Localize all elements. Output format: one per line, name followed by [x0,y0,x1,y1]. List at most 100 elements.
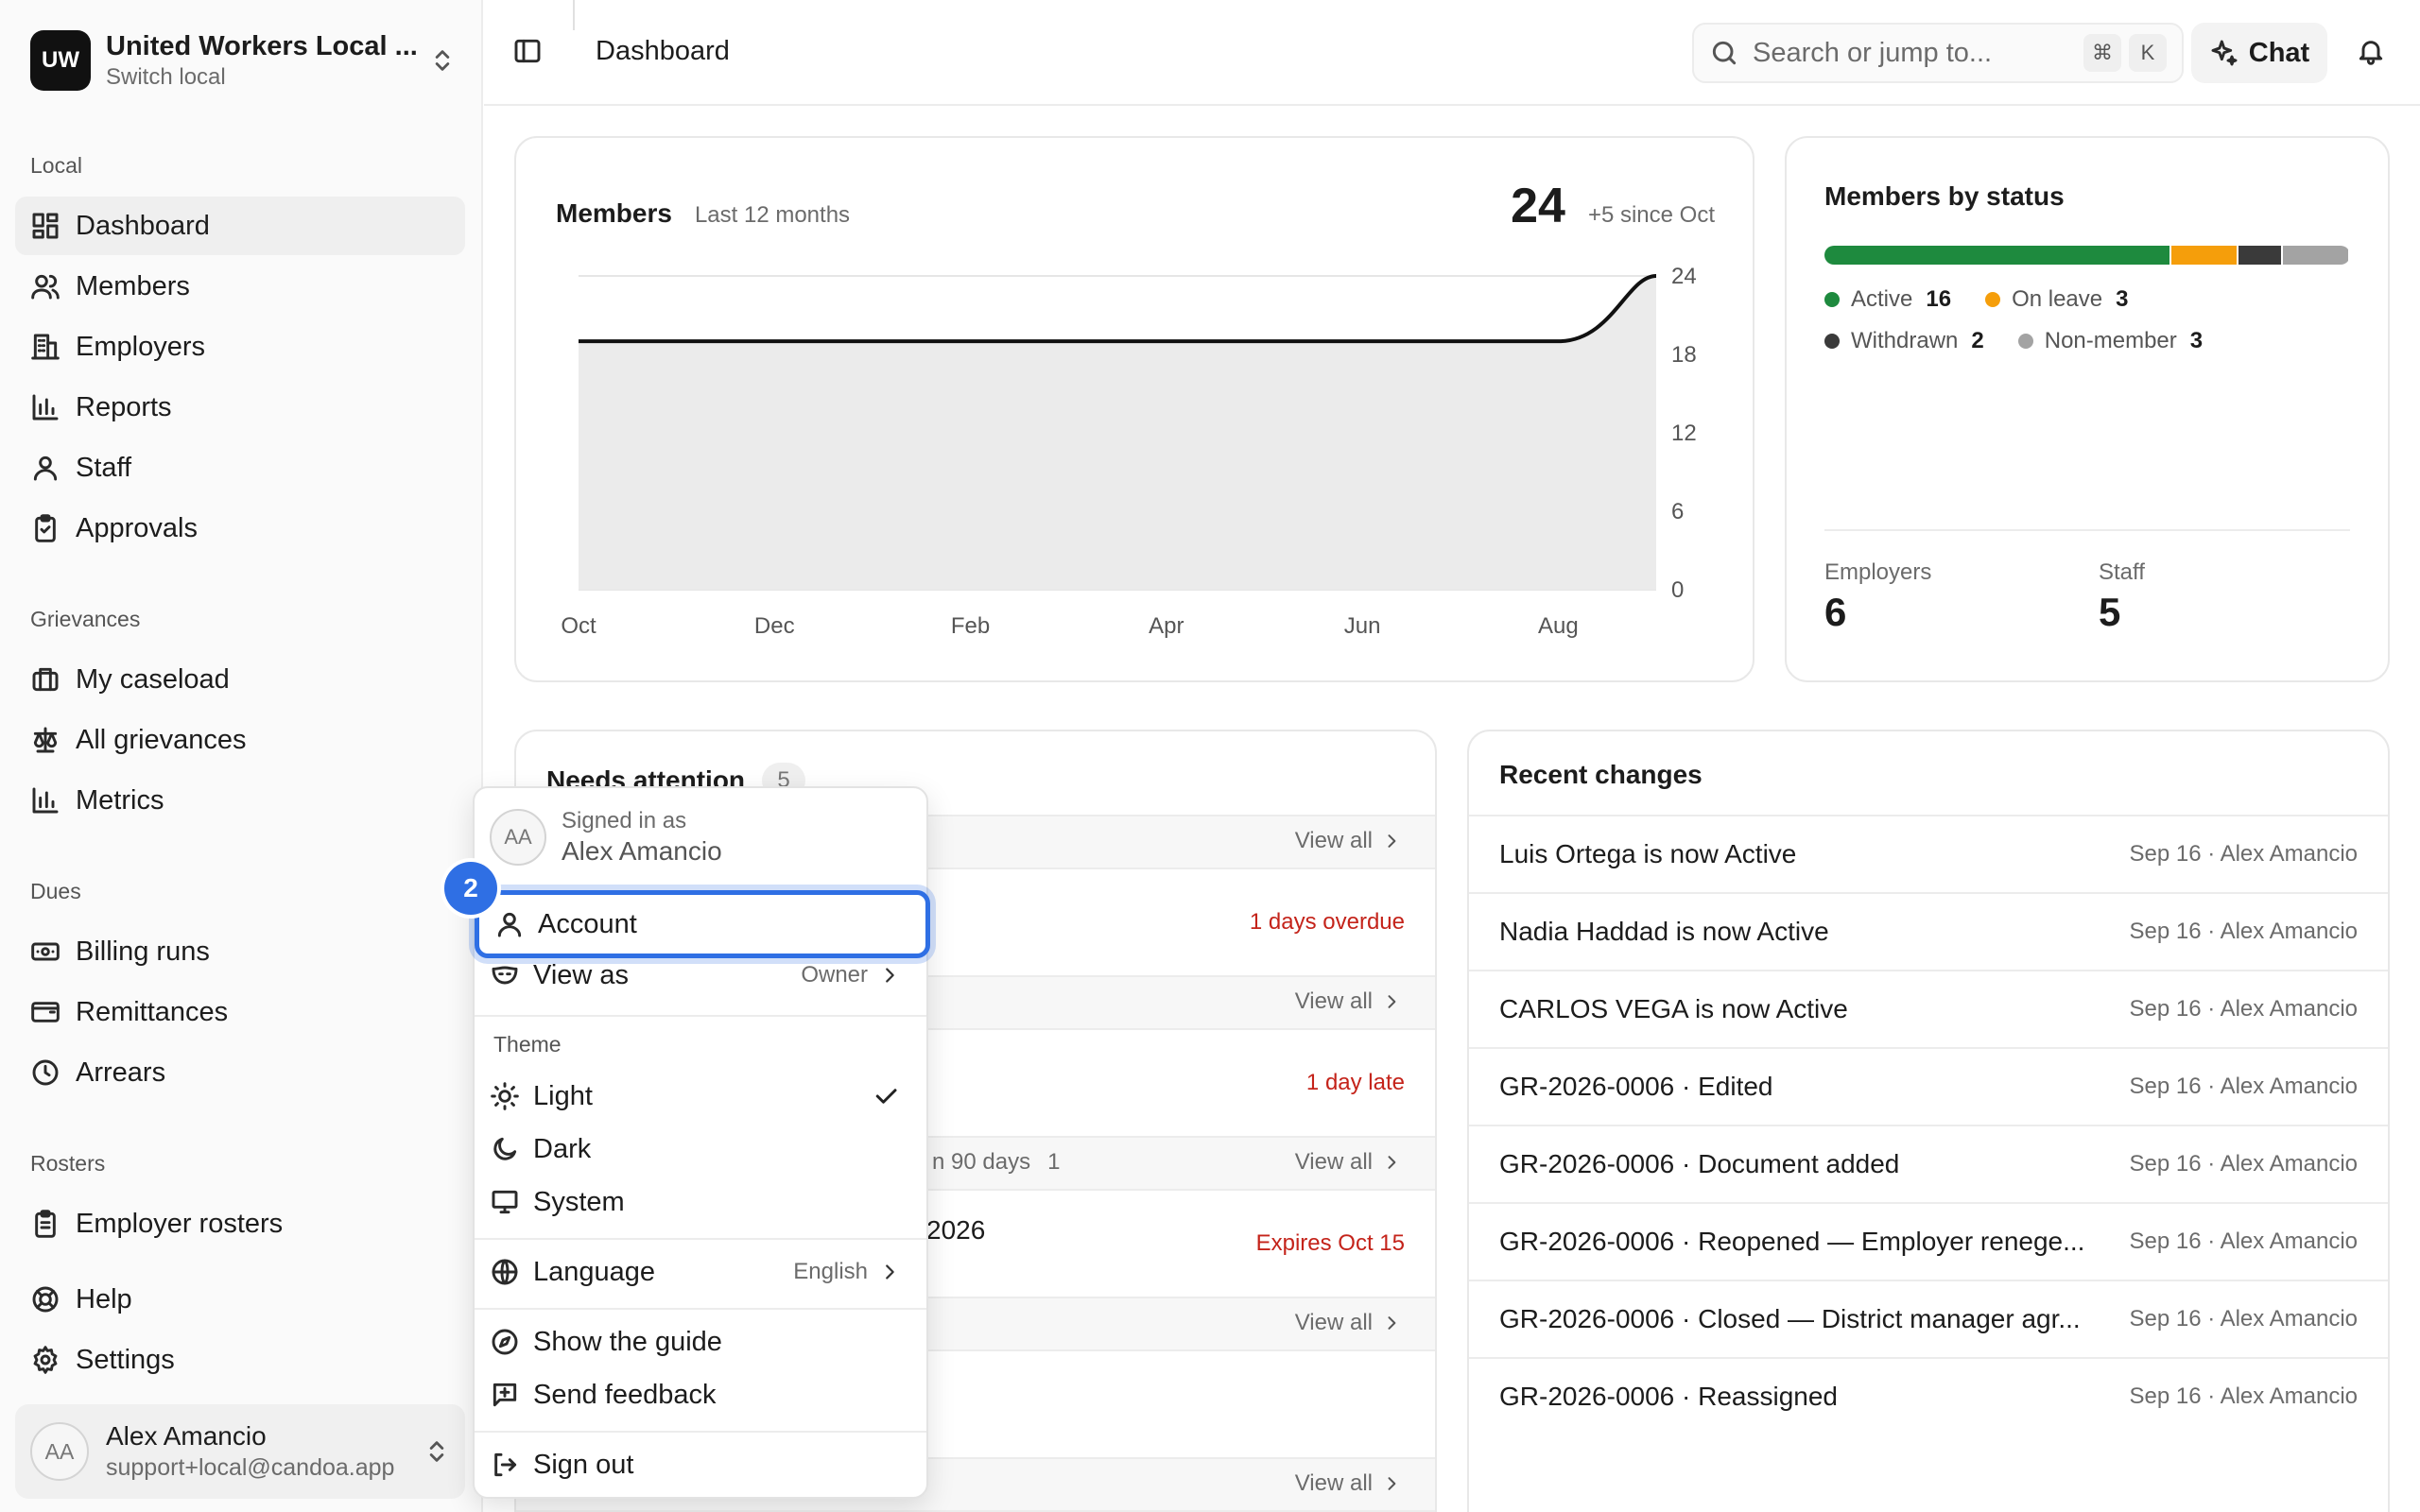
local-switcher[interactable]: UW United Workers Local ... Switch local [30,28,456,93]
sidebar-toggle-icon[interactable] [512,36,543,66]
view-all-link[interactable]: View all [1295,1310,1401,1336]
members-chart-card: Members Last 12 months 24 +5 since Oct 0… [514,136,1754,682]
chevron-up-down-icon [429,1441,444,1462]
change-meta: Sep 16 · Alex Amancio [2129,1306,2358,1332]
chevron-right-icon [1388,1316,1396,1330]
sidebar-item-metrics[interactable]: Metrics [15,771,465,830]
legend-count: 2 [1971,328,1984,353]
overdue-status: 1 days overdue [1249,909,1405,935]
sidebar-item-label: Staff [76,452,132,483]
sidebar-item-label: Employer rosters [76,1208,284,1239]
menu-item-theme-system[interactable]: System [490,1176,911,1228]
legend-count: 3 [2116,286,2129,312]
sidebar-item-staff[interactable]: Staff [15,438,465,497]
sidebar-item-dashboard[interactable]: Dashboard [15,197,465,255]
view-all-link[interactable]: View all [1295,1149,1401,1176]
menu-item-show-guide[interactable]: Show the guide [490,1315,911,1368]
members-area-chart: 0 6 12 18 24 Oct Dec Feb Apr Jun Aug [561,264,1697,639]
view-all-link[interactable]: View all [1295,988,1401,1015]
search-input[interactable]: Search or jump to... ⌘ K [1692,23,2184,83]
divider [1824,529,2350,531]
building-icon [31,334,60,360]
menu-item-send-feedback[interactable]: Send feedback [490,1368,911,1421]
menu-item-theme-light[interactable]: Light [490,1070,911,1123]
list-item[interactable]: GR-2026-0006 · Reopened — Employer reneg… [1469,1202,2388,1280]
change-text: GR-2026-0006 · Document added [1499,1149,1900,1178]
theme-section-label: Theme [493,1032,562,1057]
view-all-label: View all [1294,828,1373,853]
message-plus-icon [493,1383,517,1407]
status-bar-segment [2283,246,2348,265]
menu-item-language[interactable]: Language English [490,1246,911,1298]
staff-value: 5 [2099,590,2121,634]
sidebar-item-settings[interactable]: Settings [15,1331,465,1389]
chat-label: Chat [2248,37,2310,68]
menu-item-label: Show the guide [533,1326,722,1357]
list-item[interactable]: GR-2026-0006 · Document added Sep 16 · A… [1469,1125,2388,1202]
employers-value: 6 [1824,590,1847,634]
legend-dot [1824,334,1840,349]
sidebar-item-arrears[interactable]: Arrears [15,1043,465,1102]
list-item[interactable]: GR-2026-0006 · Edited Sep 16 · Alex Aman… [1469,1047,2388,1125]
section-label-rosters: Rosters [30,1151,106,1176]
list-item[interactable]: Nadia Haddad is now Active Sep 16 · Alex… [1469,892,2388,970]
menu-item-label: Sign out [533,1449,634,1480]
menu-divider [475,1238,926,1240]
list-item[interactable]: CARLOS VEGA is now Active Sep 16 · Alex … [1469,970,2388,1047]
y-tick-label: 24 [1671,264,1697,289]
sign-out-icon [494,1452,517,1477]
change-text: Luis Ortega is now Active [1499,839,1797,868]
language-value: English [793,1259,868,1284]
sidebar-item-remittances[interactable]: Remittances [15,983,465,1041]
sidebar-item-help[interactable]: Help [15,1270,465,1329]
user-name: Alex Amancio [106,1421,267,1451]
dashboard-icon [32,213,59,239]
sidebar-item-my-caseload[interactable]: My caseload [15,650,465,709]
monitor-icon [492,1190,518,1214]
search-placeholder: Search or jump to... [1753,37,1993,68]
legend-dot [2017,334,2033,349]
chat-button[interactable]: Chat [2191,23,2327,83]
change-text: CARLOS VEGA is now Active [1499,994,1848,1023]
compass-icon [492,1329,518,1355]
view-all-label: View all [1294,1149,1373,1175]
menu-item-theme-dark[interactable]: Dark [490,1123,911,1176]
users-icon [31,274,60,300]
org-logo: UW [30,30,91,91]
legend-count: 16 [1926,286,1952,312]
x-tick-label: Aug [1538,613,1579,639]
group-label-text: n 90 days [932,1149,1031,1175]
list-item[interactable]: Luis Ortega is now Active Sep 16 · Alex … [1469,815,2388,892]
sidebar-item-employer-rosters[interactable]: Employer rosters [15,1194,465,1253]
status-bar-segment [1824,246,2170,265]
menu-item-label: Dark [533,1133,592,1164]
sidebar-item-reports[interactable]: Reports [15,378,465,437]
list-item[interactable]: GR-2026-0006 · Reassigned Sep 16 · Alex … [1469,1357,2388,1435]
employers-label: Employers [1824,559,1932,585]
clipboard-check-icon [35,514,56,542]
menu-item-account[interactable]: Account [475,890,930,958]
x-tick-label: Feb [951,613,990,639]
signed-in-name: Alex Amancio [562,836,722,866]
org-name: United Workers Local ... [106,31,418,61]
menu-item-label: System [533,1186,625,1217]
chevron-right-icon [886,1264,894,1280]
list-item[interactable]: GR-2026-0006 · Closed — District manager… [1469,1280,2388,1357]
sidebar-item-all-grievances[interactable]: All grievances [15,711,465,769]
sidebar-item-members[interactable]: Members [15,257,465,316]
bar-chart-icon [32,787,59,814]
sidebar-item-approvals[interactable]: Approvals [15,499,465,558]
sidebar-item-billing-runs[interactable]: Billing runs [15,922,465,981]
bell-icon[interactable] [2356,36,2386,66]
group-count: 1 [1047,1149,1061,1175]
sidebar-item-employers[interactable]: Employers [15,318,465,376]
signed-in-label: Signed in as [562,808,687,833]
menu-item-sign-out[interactable]: Sign out [490,1438,911,1491]
user-menu-trigger[interactable]: AA Alex Amancio support+local@candoa.app [15,1404,465,1499]
sidebar-item-label: Approvals [76,512,198,543]
view-all-link[interactable]: View all [1295,1470,1401,1497]
chevron-right-icon [1388,834,1396,848]
staff-label: Staff [2099,559,2145,585]
chevron-right-icon [1388,1477,1396,1490]
view-all-link[interactable]: View all [1295,828,1401,854]
